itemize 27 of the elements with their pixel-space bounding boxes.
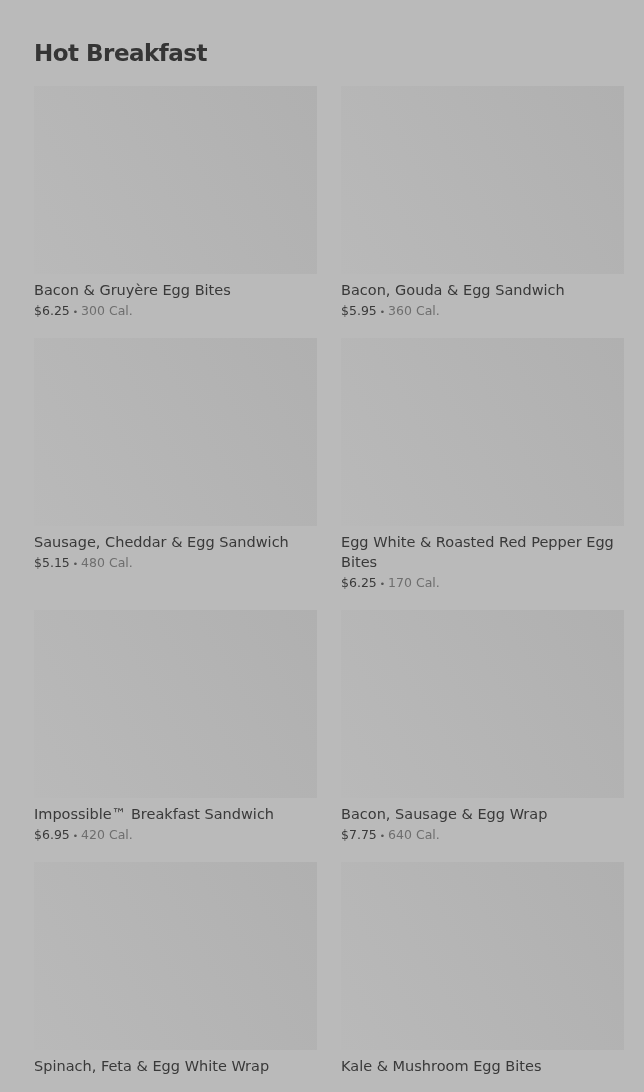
item-name[interactable]: Spinach, Feta & Egg White Wrap [34, 1056, 317, 1076]
item-calories: 480 Cal. [81, 555, 133, 570]
item-price: $6.25 [341, 575, 377, 590]
item-price: $6.25 [34, 303, 70, 318]
item-price: $7.75 [341, 827, 377, 842]
separator-dot: • [379, 579, 386, 589]
separator-dot: • [379, 307, 386, 317]
item-calories: 170 Cal. [388, 575, 440, 590]
item-name[interactable]: Kale & Mushroom Egg Bites [341, 1056, 624, 1076]
section-title: Hot Breakfast [34, 40, 209, 66]
item-price: $6.95 [34, 827, 70, 842]
separator-dot: • [379, 831, 386, 841]
separator-dot: • [72, 831, 79, 841]
item-calories: 420 Cal. [81, 827, 133, 842]
item-calories: 360 Cal. [388, 303, 440, 318]
item-name[interactable]: Bacon, Sausage & Egg Wrap [341, 804, 624, 824]
separator-dot: • [72, 307, 79, 317]
item-price: $5.95 [341, 303, 377, 318]
item-calories: 300 Cal. [81, 303, 133, 318]
item-calories: 640 Cal. [388, 827, 440, 842]
item-name[interactable]: Egg White & Roasted Red Pepper Egg Bites [341, 532, 624, 572]
separator-dot: • [72, 559, 79, 569]
item-name[interactable]: Impossible™ Breakfast Sandwich [34, 804, 317, 824]
item-name[interactable]: Sausage, Cheddar & Egg Sandwich [34, 532, 317, 552]
item-name[interactable]: Bacon, Gouda & Egg Sandwich [341, 280, 624, 300]
item-price: $5.15 [34, 555, 70, 570]
item-name[interactable]: Bacon & Gruyère Egg Bites [34, 280, 317, 300]
